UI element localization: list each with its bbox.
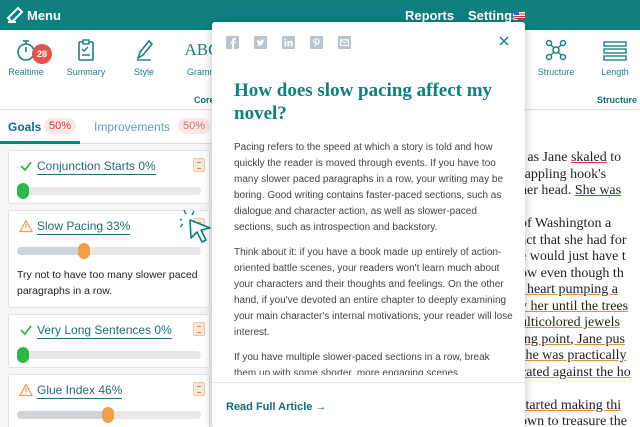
facebook-icon[interactable]: [226, 36, 239, 49]
goals-percent-badge: 50%: [44, 118, 77, 134]
clipboard-icon: [78, 39, 94, 61]
checkmark-icon: [20, 161, 32, 172]
tool-length[interactable]: Length: [585, 38, 640, 77]
reports-link[interactable]: Reports: [405, 8, 454, 23]
document-line: ulticolored jewels: [520, 315, 620, 330]
goal-slider-knob: [101, 407, 114, 423]
goal-title[interactable]: Glue Index 46%: [37, 383, 123, 399]
settings-link[interactable]: Settings: [468, 8, 519, 23]
goal-slider: [17, 183, 201, 199]
document-line: act that she had for: [520, 232, 627, 248]
goal-title[interactable]: Slow Pacing 33%: [37, 219, 131, 235]
goal-description: Try not to have too many slower paced pa…: [17, 269, 198, 297]
tool-realtime[interactable]: Realtime 28: [0, 38, 56, 77]
goal-slider-knob: [17, 347, 29, 363]
warning-icon: [19, 383, 33, 397]
structure-icon: [545, 39, 567, 61]
active-tab-indicator: [0, 141, 80, 144]
note-icon[interactable]: [193, 322, 205, 336]
document-line: e would just have t: [520, 249, 626, 264]
pen-icon: [136, 39, 154, 61]
goal-slider: [17, 347, 201, 363]
read-full-article-link[interactable]: Read Full Article →: [226, 401, 326, 413]
document-line: her head. She was: [520, 183, 622, 198]
close-icon[interactable]: [497, 34, 511, 48]
note-icon[interactable]: [193, 382, 205, 396]
flagged-text[interactable]: skaled: [571, 150, 607, 165]
tool-label: Structure: [537, 67, 575, 77]
group-label-structure: Structure: [597, 95, 638, 105]
twitter-icon[interactable]: [254, 36, 267, 49]
pinterest-icon[interactable]: [310, 36, 323, 49]
tool-label: Summary: [66, 67, 106, 77]
goal-card-very-long-sentences[interactable]: Very Long Sentences 0%: [8, 314, 210, 368]
tool-label: Realtime: [8, 67, 44, 77]
note-icon[interactable]: [193, 158, 205, 172]
ruler-icon: [603, 41, 627, 61]
goal-card-conjunction-starts[interactable]: Conjunction Starts 0%: [8, 150, 210, 204]
flagged-text[interactable]: She was: [575, 183, 621, 198]
document-line: cated against the ho: [520, 364, 631, 380]
email-icon[interactable]: [338, 36, 351, 49]
goal-slider: [17, 407, 201, 423]
document-line: t as Jane skaled to: [520, 150, 622, 165]
document-line: started making thi: [520, 397, 622, 413]
panel-tabs: Goals 50% Improvements 50%: [0, 110, 218, 144]
article-popup: How does slow pacing affect my novel? Pa…: [212, 22, 525, 427]
document-line: own to treasure the: [520, 414, 627, 427]
article-paragraph: Think about it: if you have a book made …: [234, 247, 513, 338]
goal-slider-fill: [17, 247, 84, 255]
article-body: Pacing refers to the speed at which a st…: [234, 140, 514, 375]
tool-summary[interactable]: Summary: [56, 38, 116, 77]
tool-label: Style: [133, 67, 154, 77]
goal-slider: [17, 243, 201, 259]
document-editor[interactable]: t as Jane skaled to rappling hook's her he…: [520, 110, 640, 427]
article-paragraph: If you have multiple slower-paced sectio…: [234, 352, 490, 375]
goal-title[interactable]: Conjunction Starts 0%: [37, 159, 156, 175]
us-flag-icon[interactable]: [514, 11, 525, 19]
document-line: , heart pumping a: [520, 282, 618, 297]
document-line: y her until the trees: [520, 298, 629, 314]
realtime-count-badge: 28: [32, 44, 52, 64]
article-footer: Read Full Article →: [212, 382, 525, 427]
document-line: of Washington a: [520, 216, 612, 231]
goal-slider-knob: [77, 243, 90, 259]
goal-slider-fill: [17, 411, 108, 419]
goal-card-glue-index[interactable]: Glue Index 46%: [8, 374, 210, 427]
document-line: she was practically: [520, 348, 627, 363]
logo-icon: [6, 6, 24, 24]
tool-style[interactable]: Style: [114, 38, 174, 77]
document-line: ing point, Jane pus: [520, 331, 625, 347]
goal-title[interactable]: Very Long Sentences 0%: [37, 323, 172, 339]
warning-icon: [19, 219, 33, 233]
document-line: rappling hook's: [520, 166, 607, 182]
tool-structure[interactable]: Structure: [526, 38, 586, 77]
document-line: ow even though th: [520, 265, 624, 281]
tab-improvements[interactable]: Improvements: [94, 120, 170, 134]
checkmark-icon: [20, 325, 32, 336]
menu-button[interactable]: Menu: [27, 8, 61, 23]
linkedin-icon[interactable]: [282, 36, 295, 49]
article-title: How does slow pacing affect my novel?: [234, 80, 493, 124]
tab-goals[interactable]: Goals: [8, 120, 41, 134]
article-paragraph: Pacing refers to the speed at which a st…: [234, 142, 504, 233]
tool-label: Length: [601, 67, 629, 77]
goal-slider-knob: [17, 183, 29, 199]
improvements-percent-badge: 50%: [178, 118, 211, 134]
goals-panel: Goals 50% Improvements 50% Conjunction S…: [0, 110, 218, 427]
